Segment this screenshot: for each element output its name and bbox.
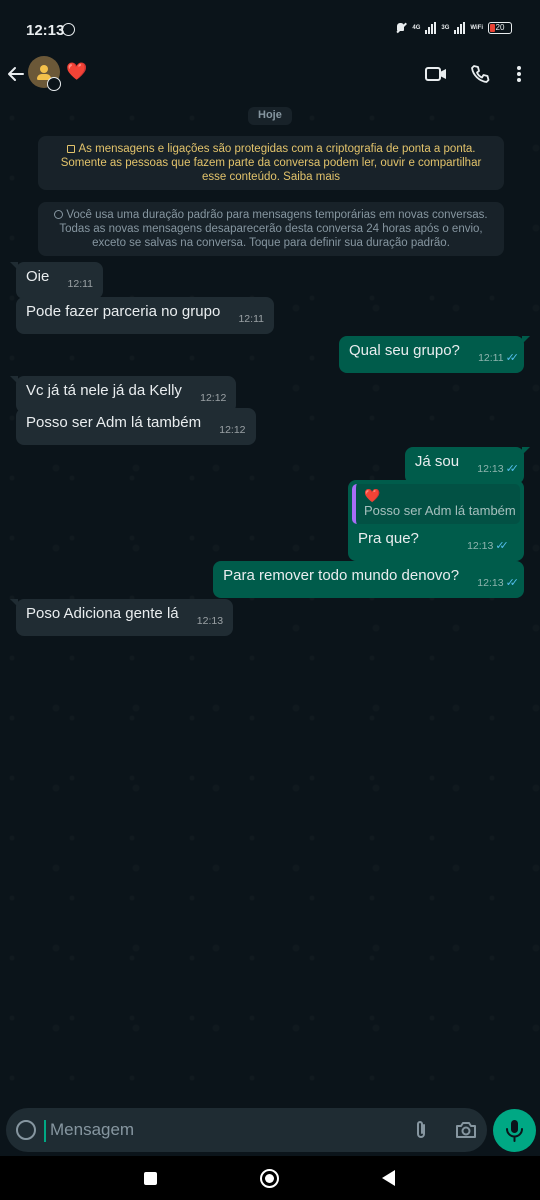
message-time: 12:13 (196, 615, 224, 627)
quoted-text: Posso ser Adm lá também (364, 503, 516, 518)
read-receipt-icon: ✓✓ (505, 463, 520, 475)
message-time: 12:13 (477, 463, 504, 475)
paperclip-icon[interactable] (410, 1119, 432, 1141)
phone-icon[interactable] (466, 62, 494, 86)
wifi-label: WiFi (470, 25, 483, 31)
home-icon[interactable] (260, 1169, 279, 1188)
message-outgoing-reply[interactable]: ❤️ Posso ser Adm lá também Pra que? 12:1… (348, 480, 524, 561)
message-text: Já sou (414, 453, 460, 470)
signal-icon-2 (454, 22, 466, 34)
whatsapp-notification-icon (62, 23, 75, 36)
status-icons: 4G 3G WiFi 20 (395, 22, 512, 34)
encryption-notice[interactable]: As mensagens e ligações são protegidas c… (38, 136, 504, 190)
text-cursor (44, 1120, 46, 1142)
recents-icon[interactable] (144, 1172, 157, 1185)
status-bar: 12:13 4G 3G WiFi 20 (0, 0, 540, 56)
message-text: Poso Adiciona gente lá (26, 605, 179, 622)
read-receipt-icon: ✓✓ (505, 577, 520, 589)
chat-header: ❤️ (0, 56, 540, 100)
message-time: 12:11 (67, 278, 94, 290)
timer-icon (54, 210, 64, 219)
quoted-message[interactable]: ❤️ Posso ser Adm lá também (352, 484, 520, 524)
quoted-author: ❤️ (364, 488, 381, 503)
message-text: Pode fazer parceria no grupo (26, 303, 221, 320)
encryption-notice-text: As mensagens e ligações são protegidas c… (60, 143, 482, 183)
camera-icon[interactable] (454, 1119, 478, 1141)
message-time: 12:13 (467, 540, 494, 552)
message-text: Para remover todo mundo denovo? (223, 567, 460, 584)
disappearing-timer-icon (47, 77, 61, 91)
microphone-button[interactable] (493, 1109, 536, 1152)
sticker-emoji-icon[interactable] (16, 1120, 36, 1140)
more-vert-icon[interactable] (505, 62, 533, 86)
message-time: 12:12 (219, 424, 246, 436)
message-outgoing[interactable]: Para remover todo mundo denovo? 12:13 ✓✓ (213, 561, 524, 598)
message-text: Oie (26, 268, 50, 285)
message-time: 12:11 (478, 352, 504, 364)
system-nav-bar (0, 1156, 540, 1200)
status-time: 12:13 (26, 22, 65, 39)
message-text: Qual seu grupo? (348, 342, 460, 359)
message-time: 12:13 (477, 577, 504, 589)
message-incoming[interactable]: Posso ser Adm lá também 12:12 (16, 408, 256, 445)
battery-level: 20 (495, 23, 505, 32)
read-receipt-icon: ✓✓ (505, 352, 520, 364)
message-time: 12:11 (238, 313, 264, 325)
message-incoming[interactable]: Oie 12:11 (9, 262, 104, 299)
date-separator: Hoje (248, 107, 292, 125)
message-composer: Mensagem (6, 1108, 487, 1152)
read-receipt-icon: ✓✓ (495, 540, 509, 552)
message-text: Pra que? (358, 530, 419, 547)
message-outgoing[interactable]: Já sou 12:13 ✓✓ (404, 447, 531, 484)
battery-icon: 20 (488, 22, 512, 34)
network-3g-label: 3G (441, 25, 450, 31)
contact-name[interactable]: ❤️ (66, 62, 87, 82)
message-time: 12:12 (200, 392, 227, 404)
disappearing-notice-text: Você usa uma duração padrão para mensage… (59, 209, 488, 249)
arrow-left-icon[interactable] (6, 64, 26, 84)
message-text: Vc já tá nele já da Kelly (26, 382, 182, 399)
network-4g-label: 4G (412, 25, 421, 31)
mute-icon (395, 22, 407, 34)
microphone-icon (506, 1120, 523, 1142)
message-input[interactable]: Mensagem (50, 1120, 134, 1140)
chat-area[interactable]: Hoje As mensagens e ligações são protegi… (0, 100, 540, 1100)
message-outgoing[interactable]: Qual seu grupo? 12:11 ✓✓ (338, 336, 531, 373)
video-call-icon[interactable] (422, 62, 450, 86)
message-text: Posso ser Adm lá também (26, 414, 202, 431)
signal-icon (425, 22, 437, 34)
back-triangle-icon[interactable] (382, 1170, 395, 1186)
lock-icon (66, 145, 75, 153)
disappearing-messages-notice[interactable]: Você usa uma duração padrão para mensage… (38, 202, 504, 256)
message-incoming[interactable]: Poso Adiciona gente lá 12:13 (9, 599, 234, 636)
message-incoming[interactable]: Pode fazer parceria no grupo 12:11 (16, 297, 274, 334)
